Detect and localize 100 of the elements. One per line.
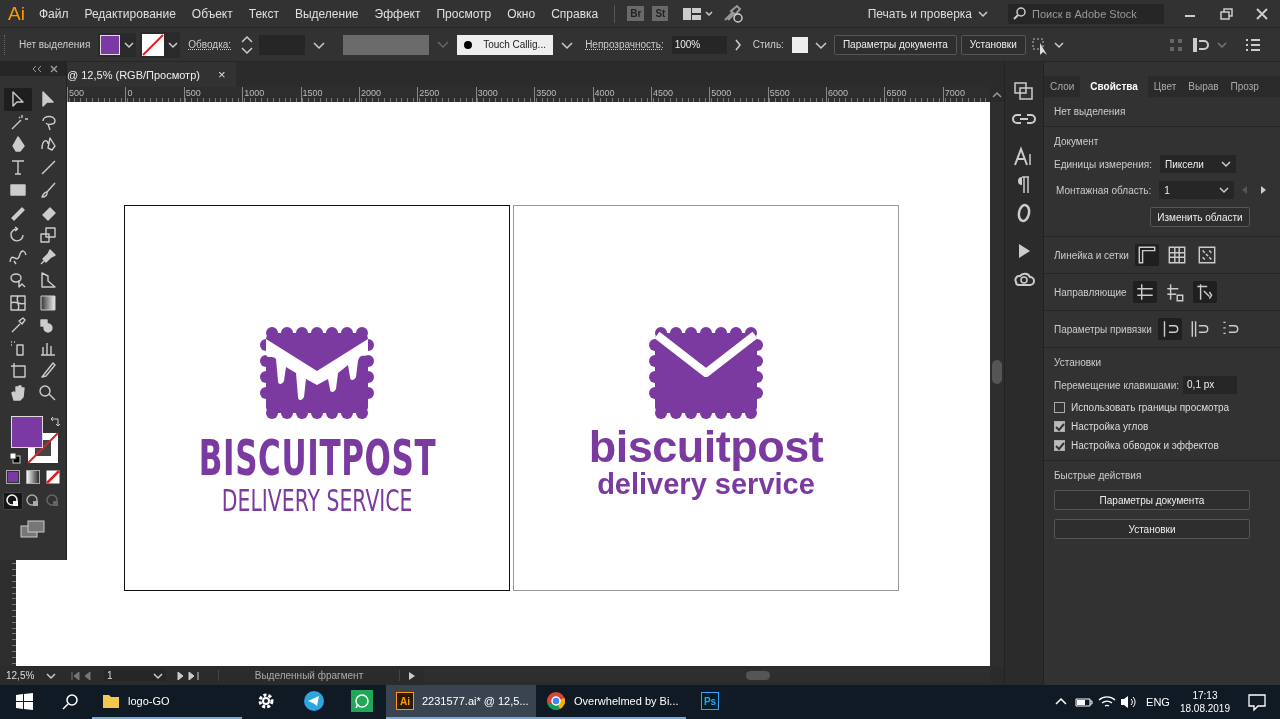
draw-mode-icon <box>46 494 60 509</box>
style-swatch[interactable] <box>791 36 808 53</box>
checkbox[interactable] <box>1054 421 1065 432</box>
swap-icon[interactable] <box>49 416 61 429</box>
menu-item[interactable]: Просмотр <box>436 6 492 21</box>
style-label: Стиль: <box>752 39 784 50</box>
checkbox[interactable] <box>1054 402 1065 413</box>
section-label: Параметры привязки <box>1054 323 1152 335</box>
checkbox-label: Использовать границы просмотра <box>1071 402 1230 413</box>
quick-action-button[interactable]: Установки <box>1054 519 1250 539</box>
document-tab[interactable]: @ 12,5% (RGB/Просмотр) × <box>67 62 236 87</box>
artboards-icon[interactable] <box>1012 80 1036 102</box>
field-label: Монтажная область: <box>1056 184 1152 196</box>
chevron-icon <box>168 40 179 49</box>
toolbar-button[interactable]: Установки <box>960 34 1026 55</box>
panel-tab[interactable]: Цвет <box>1147 76 1183 97</box>
menu-item[interactable]: Редактирование <box>84 6 176 21</box>
app-icon: Ai <box>396 692 414 710</box>
vertical-scrollbar[interactable] <box>990 102 1004 666</box>
checkmark-icon <box>1054 440 1065 451</box>
brush-dropdown[interactable]: Touch Callig... <box>457 34 554 55</box>
knife-icon <box>38 360 58 381</box>
menu-item[interactable]: Выделение <box>294 6 359 21</box>
settings-icon <box>256 691 276 711</box>
app-icon: Ps <box>701 692 719 710</box>
taskbar-app[interactable]: logo-GO <box>92 685 242 719</box>
chevron-icon <box>46 671 57 680</box>
none-mode-button[interactable] <box>46 470 60 485</box>
perspective-icon <box>38 270 58 291</box>
chat-icon <box>351 690 373 712</box>
workspace-dropdown[interactable]: Печать и проверка <box>867 6 988 21</box>
panel-tab[interactable]: Вырав <box>1182 76 1225 97</box>
stroke-swatch[interactable] <box>140 31 181 58</box>
artboard-field[interactable]: 1 <box>104 670 166 681</box>
artboard[interactable]: BISCUITPOST DELIVERY SERVICE <box>124 205 510 591</box>
taskbar-app[interactable]: Ps <box>686 685 734 719</box>
paper-plane-icon <box>303 690 325 712</box>
search-field[interactable]: Поиск в Adobe Stock <box>1008 3 1164 24</box>
browser-icon <box>546 691 566 711</box>
artboard[interactable]: biscuitpost delivery service <box>513 205 899 591</box>
guides-icon[interactable] <box>1132 281 1157 303</box>
section-heading: Документ <box>1054 136 1100 147</box>
opacity-label[interactable]: Непрозрачность: <box>585 39 664 50</box>
section-label: Направляющие <box>1054 286 1127 298</box>
toolbar-button[interactable]: Параметры документа <box>833 34 957 55</box>
smart-guides-icon[interactable] <box>1192 281 1217 303</box>
zoom-dropdown[interactable]: 12,5% <box>6 670 62 681</box>
width-profile-dropdown[interactable] <box>343 34 430 55</box>
language-indicator[interactable]: ENG <box>1146 696 1170 708</box>
canvas[interactable]: BISCUITPOST DELIVERY SERVICE biscuitpost delivery service <box>16 102 990 666</box>
chevron-icon <box>153 671 163 680</box>
fill-swatch[interactable] <box>98 32 137 57</box>
collapse-icon[interactable] <box>30 64 44 74</box>
checkmark-icon <box>1054 421 1065 432</box>
rocket-icon[interactable] <box>722 3 745 24</box>
close-tab-button[interactable]: × <box>217 67 226 82</box>
stroke-label[interactable]: Обводка: <box>188 39 232 50</box>
quick-action-button[interactable]: Параметры документа <box>1054 490 1250 510</box>
panel-tab[interactable]: Прозр <box>1224 76 1265 97</box>
opacity-field[interactable]: 100% <box>671 35 727 54</box>
taskbar-app[interactable]: Ai 2231577.ai* @ 12,5... <box>386 685 536 719</box>
stepper-icon[interactable] <box>239 33 256 56</box>
screen-mode-icon[interactable] <box>20 520 46 539</box>
snap-to-point-icon[interactable] <box>1157 318 1182 340</box>
chevron-icon <box>1219 186 1229 194</box>
field-label: Единицы измерения: <box>1054 158 1152 170</box>
menu-item[interactable]: Справка <box>551 6 599 21</box>
edit-artboards-button[interactable]: Изменить области <box>1150 207 1250 227</box>
close-icon[interactable] <box>48 64 60 74</box>
selection-status: Нет выделения <box>1054 106 1127 117</box>
selection-tool[interactable] <box>4 88 32 111</box>
fill-color-swatch[interactable] <box>11 416 43 449</box>
draw-mode-button[interactable] <box>3 492 23 511</box>
checkbox[interactable] <box>1054 440 1065 451</box>
menu-item[interactable]: Объект <box>191 6 233 21</box>
dot-icon <box>463 39 474 50</box>
menu-item[interactable]: Окно <box>507 6 536 21</box>
shape-builder-icon <box>8 270 28 291</box>
taskbar-app[interactable]: Overwhelmed by Bi... <box>536 685 686 719</box>
panel-tab[interactable]: Слои <box>1044 76 1081 97</box>
menu-item[interactable]: Эффект <box>374 6 421 21</box>
panel-tab[interactable]: Свойства <box>1080 76 1148 97</box>
gradient-mode-button[interactable] <box>26 470 40 485</box>
clock[interactable]: 17:13 18.08.2019 <box>1179 689 1230 715</box>
artboard-dropdown[interactable]: 1 <box>1159 181 1234 199</box>
hand-icon <box>8 383 28 403</box>
checkbox-label: Настройка обводок и эффектов <box>1071 440 1219 451</box>
zoom-icon <box>38 383 58 403</box>
menu-item[interactable]: Файл <box>38 6 69 21</box>
logo-title: BISCUITPOST <box>198 433 436 483</box>
chevron-icon <box>1220 160 1231 168</box>
chevron-icon <box>437 40 450 49</box>
color-mode-button[interactable] <box>6 470 20 485</box>
nudge-field[interactable]: 0,1 px <box>1183 376 1238 394</box>
menu-item[interactable]: Текст <box>248 6 279 21</box>
ruler-icon[interactable] <box>1134 244 1159 266</box>
default-colors-icon[interactable] <box>9 452 21 465</box>
selection-label: Нет выделения <box>19 39 91 50</box>
app-logo: Ai <box>8 2 25 25</box>
units-dropdown[interactable]: Пиксели <box>1159 155 1236 173</box>
